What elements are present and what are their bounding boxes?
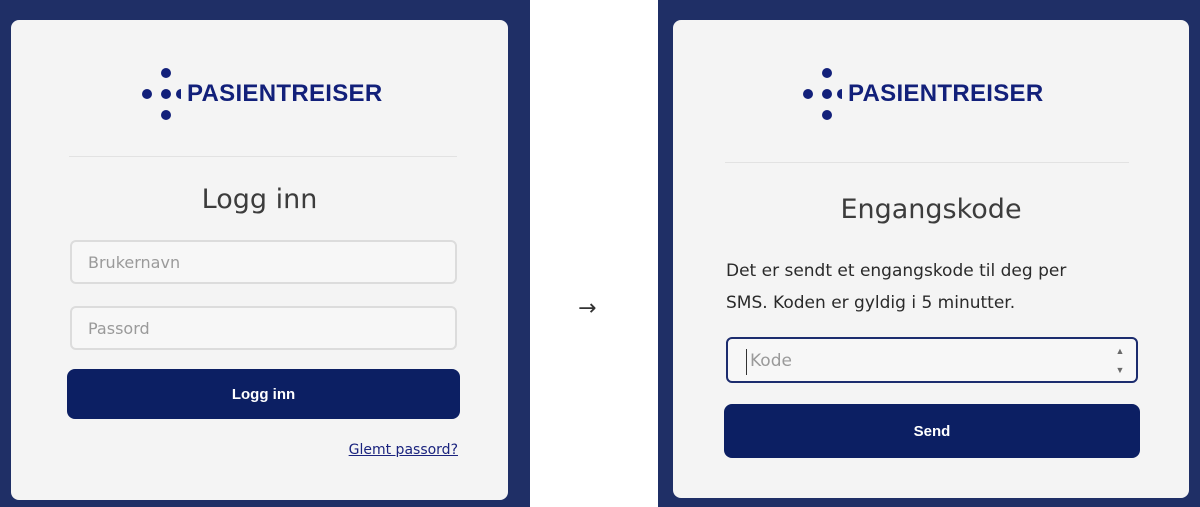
header-divider [725, 162, 1129, 163]
otp-description: Det er sendt et engangskode til deg per … [726, 255, 1066, 319]
pasientreiser-cross-dots-logo-icon [803, 68, 842, 120]
username-input[interactable] [70, 240, 457, 284]
brand-name: PASIENTREISER [187, 80, 383, 107]
brand-logo: PASIENTREISER [141, 66, 383, 122]
login-card: PASIENTREISER Logg inn Logg inn Glemt pa… [11, 20, 508, 500]
otp-description-line: SMS. Koden er gyldig i 5 minutter. [726, 293, 1016, 313]
pasientreiser-cross-dots-logo-icon [142, 68, 181, 120]
forgot-password-link[interactable]: Glemt passord? [349, 442, 458, 458]
number-spinner[interactable]: ▲ ▼ [1114, 347, 1126, 375]
otp-card: PASIENTREISER Engangskode Det er sendt e… [673, 20, 1189, 498]
login-frame: PASIENTREISER Logg inn Logg inn Glemt pa… [0, 0, 530, 507]
text-cursor [746, 349, 747, 375]
brand-name: PASIENTREISER [848, 80, 1044, 107]
code-input[interactable]: Kode ▲ ▼ [726, 337, 1138, 383]
password-input[interactable] [70, 306, 457, 350]
send-button[interactable]: Send [724, 404, 1140, 458]
otp-frame: PASIENTREISER Engangskode Det er sendt e… [658, 0, 1200, 507]
otp-description-line: Det er sendt et engangskode til deg per [726, 261, 1067, 281]
spinner-up-icon[interactable]: ▲ [1116, 347, 1125, 356]
page-title: Engangskode [840, 194, 1022, 225]
page-title: Logg inn [201, 184, 318, 215]
header-divider [69, 156, 457, 157]
login-button[interactable]: Logg inn [67, 369, 460, 419]
spinner-down-icon[interactable]: ▼ [1116, 366, 1125, 375]
code-placeholder: Kode [750, 351, 792, 371]
brand-logo: PASIENTREISER [802, 66, 1044, 122]
arrow-right-icon: → [578, 296, 597, 321]
